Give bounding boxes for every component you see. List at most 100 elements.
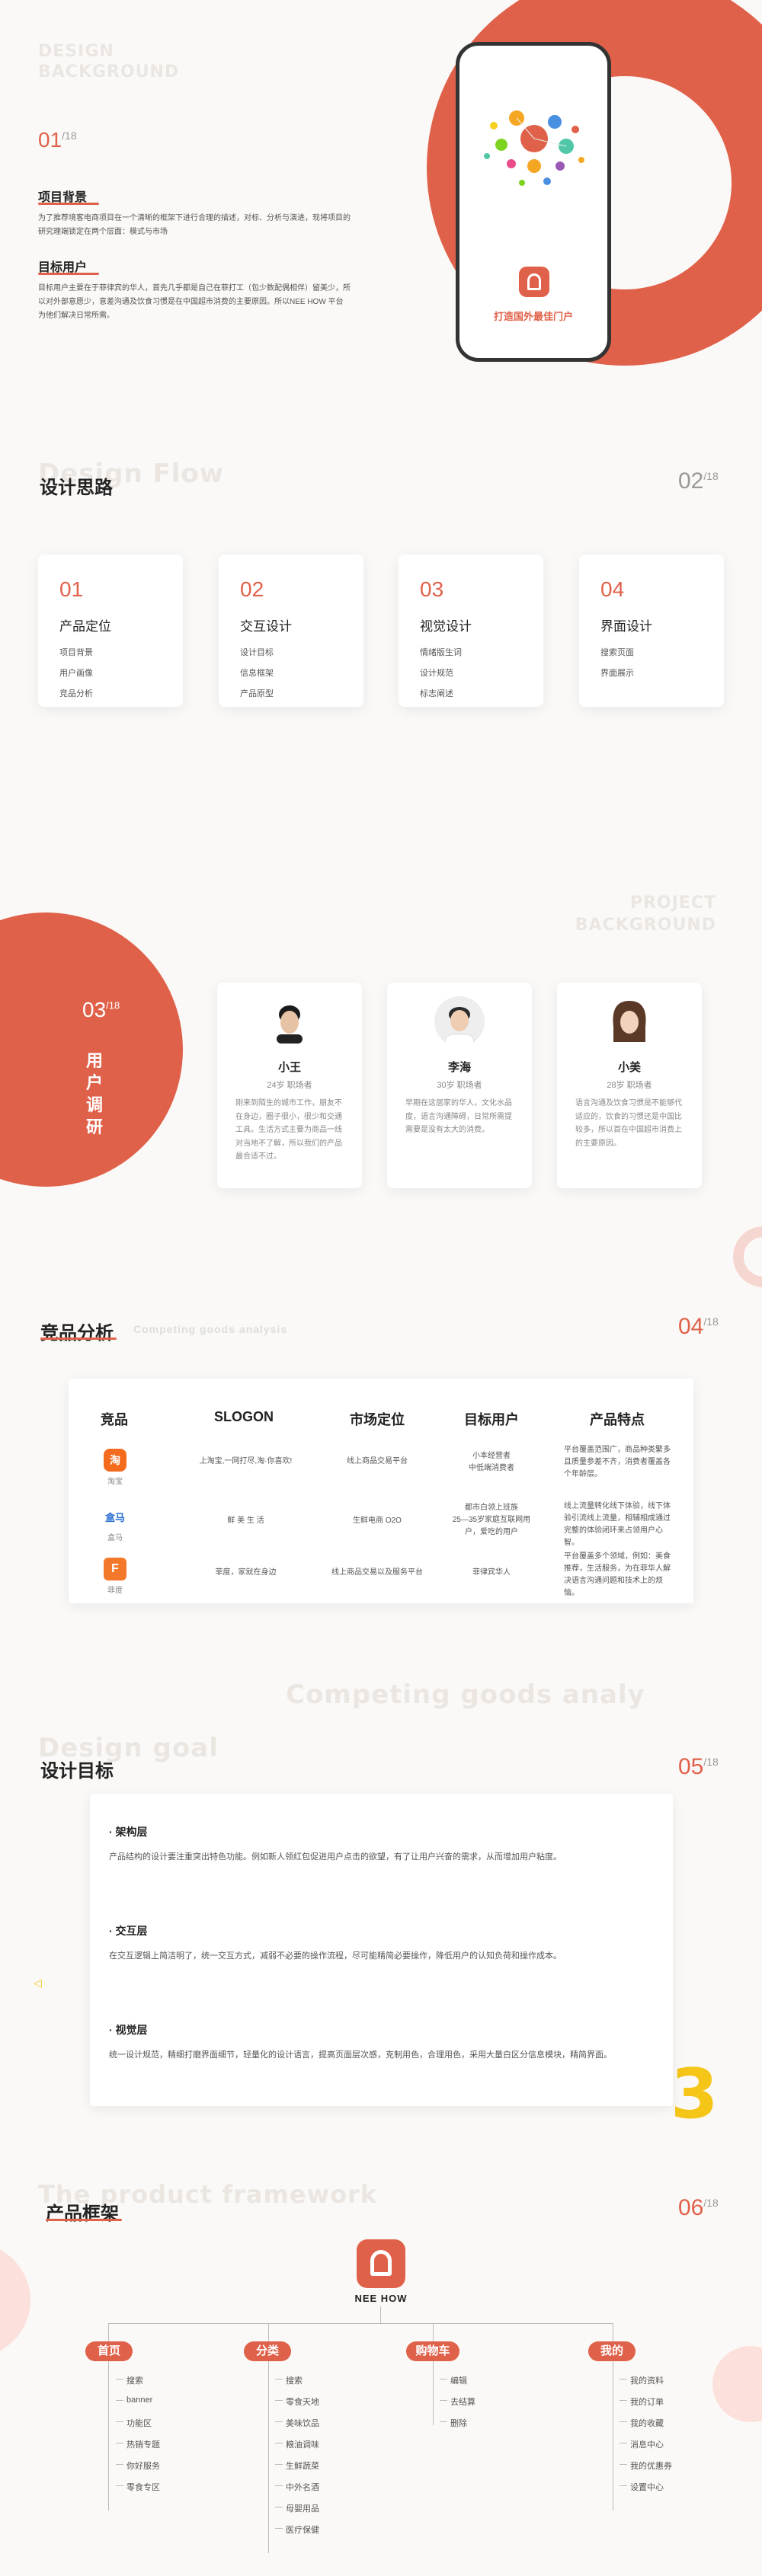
tree-leaf: 生鲜蔬菜	[275, 2459, 319, 2472]
user-meta: 28岁 职场者	[607, 1081, 652, 1090]
tree-leaf: 我的优惠券	[620, 2459, 672, 2472]
ghost-title: Competing goods analy	[286, 1680, 645, 1710]
card-title: 视觉设计	[420, 619, 472, 634]
col-header: 目标用户	[464, 1412, 519, 1427]
user-meta: 24岁 职场者	[267, 1081, 312, 1090]
card-item: 设计目标	[240, 648, 274, 657]
col-header: 市场定位	[350, 1412, 405, 1427]
tree-leaf: 消息中心	[620, 2438, 664, 2450]
cell-users: 菲律宾华人	[472, 1568, 511, 1577]
user-desc: 早期在这居家的华人，文化水品度，语言沟通障碍，日常所需提需要是没有太大的消费。	[405, 1099, 512, 1134]
brand-name: 淘宝	[107, 1478, 123, 1486]
section-design-goal: Design goal 设计目标 05/18 ◁ 3 · 架构层 产品结构的设计…	[0, 1714, 762, 2171]
cell-users: 都市白领上班族 25—35岁家庭互联网用户，爱吃的用户	[452, 1504, 531, 1536]
competitor-table: 竞品 SLOGON 市场定位 目标用户 产品特点 淘 淘宝 上淘宝,一网打尽,淘…	[69, 1379, 693, 1603]
cell-feature: 平台覆盖范围广，商品种类繁多且质量参差不齐，消费者覆盖各个年龄层。	[564, 1446, 671, 1478]
card-item: 搜索页面	[600, 648, 634, 657]
cell-feature: 线上流量转化线下体验，线下体验引流线上流量，相辅相成通过完整的体验闭环来占领用户…	[564, 1502, 671, 1547]
heading-underline	[38, 273, 99, 275]
tree-connector	[433, 2361, 434, 2425]
tree-leaf: 设置中心	[620, 2481, 664, 2493]
card-number: 04	[600, 577, 625, 601]
vertical-title: 用户调研	[86, 1051, 104, 1136]
user-desc: 刚来到陌生的城市工作，朋友不在身边，圈子很小，很少和交通工具。生活方式主要为商品…	[235, 1099, 342, 1161]
tree-leaf: 零食专区	[116, 2481, 160, 2493]
section-title: 竞品分析	[40, 1322, 114, 1344]
tree-connector	[433, 2323, 434, 2341]
brand-logo-icon: 淘	[104, 1449, 126, 1472]
tree-leaf: 我的订单	[620, 2395, 664, 2408]
tree-connector	[108, 2323, 613, 2324]
tree-leaf: 母婴用品	[275, 2502, 319, 2514]
tree-leaf: 零食天地	[275, 2395, 319, 2408]
brand-name: 菲度	[107, 1587, 123, 1595]
section-number: 04/18	[678, 1314, 719, 1339]
flow-card-3: 03 视觉设计 情绪版生词 设计规范 标志阐述	[399, 555, 543, 707]
card-item: 设计规范	[420, 669, 453, 678]
tree-leaf: 美味饮品	[275, 2417, 319, 2429]
heading-underline	[38, 203, 99, 205]
tree-connector	[268, 2323, 269, 2341]
card-number: 01	[59, 577, 84, 601]
flow-card-1: 01 产品定位 项目背景 用户画像 竞品分析	[38, 555, 183, 707]
deco-circle-right	[712, 2346, 762, 2422]
phone-slogan: 打造国外最佳门户	[493, 311, 573, 322]
avatar	[434, 996, 485, 1047]
tree-leaf: 删除	[440, 2417, 467, 2429]
section-number: 05/18	[678, 1754, 719, 1779]
tree-leaf: 搜索	[275, 2374, 303, 2386]
ghost-title-1: PROJECT	[629, 893, 716, 912]
cell-slogan: 上淘宝,一网打尽,淘·你喜欢!	[199, 1457, 293, 1465]
section-number: 01/18	[38, 128, 77, 152]
goal-text: 统一设计规范，精细打磨界面细节，轻量化的设计语言，提高页面层次感，克制用色，合理…	[109, 2050, 612, 2060]
card-item: 界面展示	[600, 669, 634, 678]
tree-leaf: 编辑	[440, 2374, 467, 2386]
title-underline	[46, 2219, 122, 2221]
card-title: 界面设计	[600, 619, 652, 634]
deco-number-3: 3	[671, 2054, 719, 2134]
goal-heading: · 架构层	[109, 1826, 148, 1838]
section-user-research: PROJECT BACKGROUND 03/18 用户调研 小王 24岁 职场者…	[0, 891, 762, 1302]
section-number: 03/18	[82, 998, 120, 1021]
card-item: 情绪版生词	[420, 648, 462, 657]
tree-leaf: 我的资料	[620, 2374, 664, 2386]
card-item: 竞品分析	[59, 689, 93, 698]
col-header: 产品特点	[590, 1412, 645, 1427]
section-background: DESIGN BACKGROUND 01/18 项目背景 为了推荐境客电商项目在…	[0, 0, 762, 434]
deco-arrow-icon: ◁	[34, 1977, 42, 1989]
tree-leaf: 粮油调味	[275, 2438, 319, 2450]
ghost-title-1: DESIGN	[38, 42, 114, 61]
cell-market: 生鲜电商 O2O	[353, 1517, 402, 1525]
tree-leaf: 功能区	[116, 2417, 152, 2429]
section-number: 02/18	[678, 468, 719, 494]
section-competitor: 竞品分析 Competing goods analysis 04/18 竞品 S…	[0, 1302, 762, 1714]
brand-logo-icon: F	[104, 1558, 126, 1580]
tree-leaf: 我的收藏	[620, 2417, 664, 2429]
card-title: 交互设计	[240, 619, 292, 634]
col-header: 竞品	[101, 1412, 128, 1427]
deco-ring-right	[733, 1226, 762, 1287]
avatar	[607, 996, 652, 1047]
section-title: 设计思路	[40, 477, 113, 498]
cell-slogan: 菲度，家就在身边	[215, 1568, 277, 1577]
cell-users: 小本经营者 中低端消费者	[469, 1452, 514, 1472]
target-user-text: 目标用户主要在于菲律宾的华人，首先几乎都是自己在菲打工（包少数配偶相伴）留美少，…	[38, 284, 351, 320]
tree-connector	[268, 2361, 269, 2553]
deco-circle-left	[0, 2243, 30, 2357]
tree-leaf: 医疗保健	[275, 2523, 319, 2536]
app-logo-icon	[519, 267, 549, 297]
card-item: 用户画像	[59, 669, 93, 678]
card-item: 产品原型	[240, 689, 274, 698]
tree-leaf: 中外名酒	[275, 2481, 319, 2493]
cell-slogan: 鲜 美 生 活	[227, 1517, 264, 1525]
goal-heading: · 视觉层	[109, 2024, 148, 2036]
card-item: 信息框架	[240, 669, 274, 678]
tree-leaf: banner	[115, 2395, 153, 2405]
user-name: 李海	[447, 1061, 471, 1074]
tree-leaf: 搜索	[116, 2374, 143, 2386]
tree-leaf: 你好服务	[116, 2459, 160, 2472]
tree-connector	[108, 2361, 109, 2510]
flow-card-2: 02 交互设计 设计目标 信息框架 产品原型	[219, 555, 363, 707]
avatar	[271, 999, 309, 1044]
user-desc: 语言沟通及饮食习惯是不能够代适应的，饮食的习惯还是中国比较多，所以首在中国超市消…	[575, 1099, 682, 1148]
